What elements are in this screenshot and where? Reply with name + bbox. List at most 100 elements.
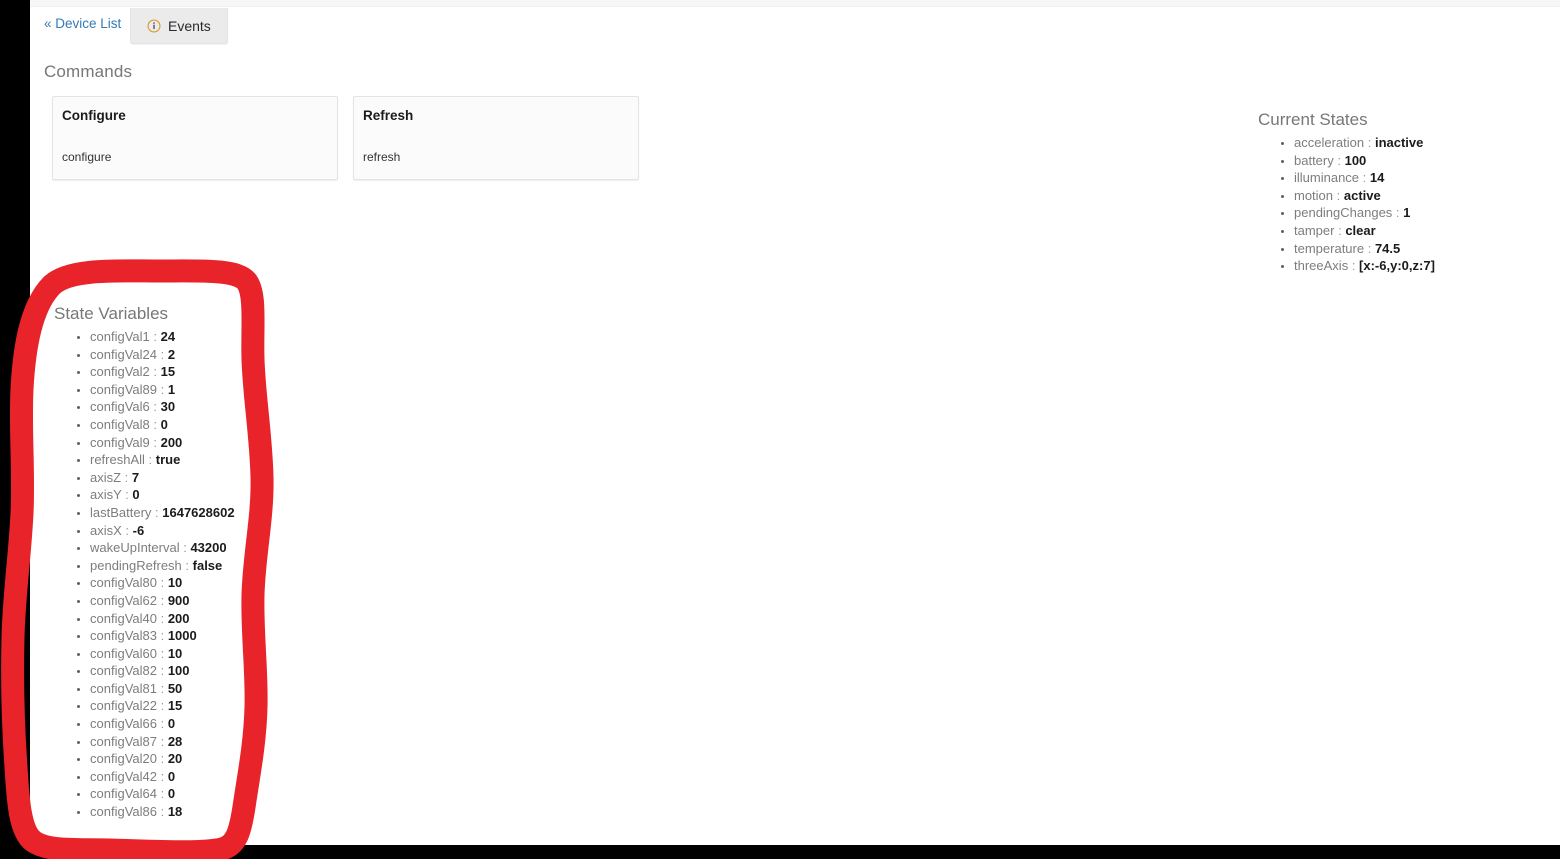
state-variable-item: configVal20 : 20 [90,750,235,768]
info-circle-icon [147,18,161,33]
kv-separator: : [144,452,156,468]
kv-separator: : [156,575,168,591]
kv-separator: : [156,381,168,397]
state-variable-item: configVal86 : 18 [90,803,235,821]
current-state-item: illuminance : 14 [1294,169,1435,187]
command-card-configure[interactable]: Configure configure [52,96,338,180]
kv-separator: : [121,522,133,538]
state-variable-item: configVal24 : 2 [90,346,235,364]
kv-key: tamper [1294,222,1335,238]
command-card-title: Refresh [363,108,414,123]
kv-value: 24 [160,329,176,344]
kv-key: configVal42 [90,768,157,784]
current-states-panel: Current States acceleration : inactiveba… [1258,110,1435,275]
tab-events[interactable]: Events [130,8,228,44]
state-variable-item: refreshAll : true [90,451,235,469]
kv-value: 10 [167,575,183,591]
kv-separator: : [149,399,161,415]
tab-bar: « Device List Events [30,8,1560,44]
kv-separator: : [156,804,168,820]
kv-separator: : [121,469,132,485]
kv-value: 28 [167,733,183,749]
kv-value: 900 [167,592,190,608]
kv-key: configVal24 [90,346,157,362]
commands-heading: Commands [44,62,133,81]
commands-card-list: Configure configure Refresh refresh [52,96,639,180]
current-state-item: motion : active [1294,187,1435,205]
kv-value: 43200 [190,540,227,556]
current-states-heading: Current States [1258,110,1368,129]
kv-separator: : [156,751,168,767]
kv-value: 0 [167,768,176,784]
kv-key: configVal66 [90,716,157,732]
state-variable-item: configVal40 : 200 [90,610,235,628]
state-variable-item: configVal81 : 50 [90,680,235,698]
current-state-item: pendingChanges : 1 [1294,204,1435,222]
state-variable-item: wakeUpInterval : 43200 [90,539,235,557]
kv-value: 50 [167,680,183,696]
state-variable-item: configVal83 : 1000 [90,627,235,645]
state-variable-item: configVal89 : 1 [90,381,235,399]
state-variable-item: configVal80 : 10 [90,574,235,592]
kv-separator: : [1334,222,1346,238]
kv-separator: : [156,346,168,362]
kv-separator: : [1364,240,1375,256]
kv-separator: : [156,733,168,749]
current-state-item: threeAxis : [x:-6,y:0,z:7] [1294,257,1435,275]
state-variable-item: axisY : 0 [90,486,235,504]
command-card-command: configure [62,150,112,164]
current-state-item: acceleration : inactive [1294,134,1435,152]
kv-separator: : [179,540,191,556]
state-variable-item: configVal42 : 0 [90,768,235,786]
kv-key: configVal2 [90,364,150,380]
state-variable-item: configVal82 : 100 [90,662,235,680]
kv-key: configVal87 [90,733,157,749]
kv-key: configVal82 [90,663,157,679]
command-card-title: Configure [62,108,126,123]
kv-value: 0 [160,416,168,432]
kv-separator: : [156,698,168,714]
kv-key: axisX [90,522,122,538]
kv-separator: : [156,592,168,608]
kv-value: 30 [160,399,176,415]
screen-root: « Device List Events Commands Configure … [0,0,1560,859]
command-card-command: refresh [363,150,401,164]
current-state-item: temperature : 74.5 [1294,240,1435,258]
kv-separator: : [1333,152,1345,168]
kv-separator: : [149,329,161,344]
kv-key: acceleration [1294,135,1365,150]
kv-key: refreshAll [90,452,145,468]
command-card-refresh[interactable]: Refresh refresh [353,96,639,180]
state-variable-item: configVal22 : 15 [90,697,235,715]
kv-separator: : [156,663,168,679]
kv-separator: : [156,786,168,802]
kv-key: pendingChanges [1294,205,1393,221]
state-variable-item: axisZ : 7 [90,469,235,487]
state-variables-panel: State Variables configVal1 : 24configVal… [54,304,235,821]
kv-key: configVal6 [90,399,150,415]
device-list-link[interactable]: « Device List [44,16,121,31]
state-variables-heading: State Variables [54,304,169,323]
kv-value: 14 [1369,170,1385,186]
kv-value: 100 [167,663,190,679]
kv-value: 0 [167,716,176,732]
kv-key: motion [1294,187,1334,203]
kv-value: 15 [167,698,183,714]
kv-key: battery [1294,152,1334,168]
kv-key: configVal81 [90,680,157,696]
kv-value: 1000 [167,628,197,644]
kv-separator: : [156,768,168,784]
kv-key: temperature [1294,240,1365,256]
kv-key: axisZ [90,469,122,485]
kv-separator: : [1348,258,1360,274]
current-states-list: acceleration : inactivebattery : 100illu… [1258,134,1435,275]
kv-value: 0 [167,786,176,802]
kv-value: 2 [167,346,176,362]
state-variable-item: configVal87 : 28 [90,733,235,751]
kv-separator: : [1364,135,1375,150]
kv-value: 18 [167,804,183,820]
top-chrome-strip [30,0,1560,7]
kv-key: configVal9 [90,434,150,450]
kv-separator: : [1359,170,1370,186]
kv-separator: : [121,487,133,503]
